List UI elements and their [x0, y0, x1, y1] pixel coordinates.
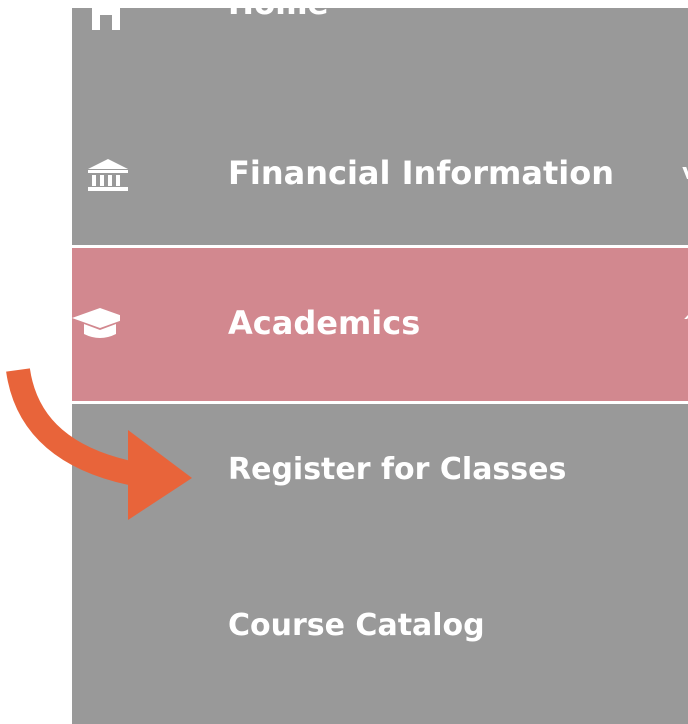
chevron-down-icon: v	[682, 160, 688, 184]
submenu-item-course-catalog[interactable]: Course Catalog	[72, 582, 688, 672]
sidebar-item-financial-information[interactable]: Financial Information v	[72, 126, 688, 226]
sidebar-item-label: Home	[228, 0, 329, 22]
sidebar-item-label: Financial Information	[228, 154, 614, 192]
graduation-cap-icon	[72, 308, 120, 338]
submenu-item-label: Register for Classes	[228, 452, 567, 487]
sidebar-item-home[interactable]: Home	[72, 0, 688, 38]
submenu-item-label: Course Catalog	[228, 608, 485, 643]
sidebar-item-label: Academics	[228, 304, 421, 342]
curved-arrow-icon	[6, 367, 192, 520]
home-icon	[92, 4, 120, 30]
chevron-up-icon: ^	[682, 310, 688, 334]
bank-icon	[88, 159, 128, 191]
